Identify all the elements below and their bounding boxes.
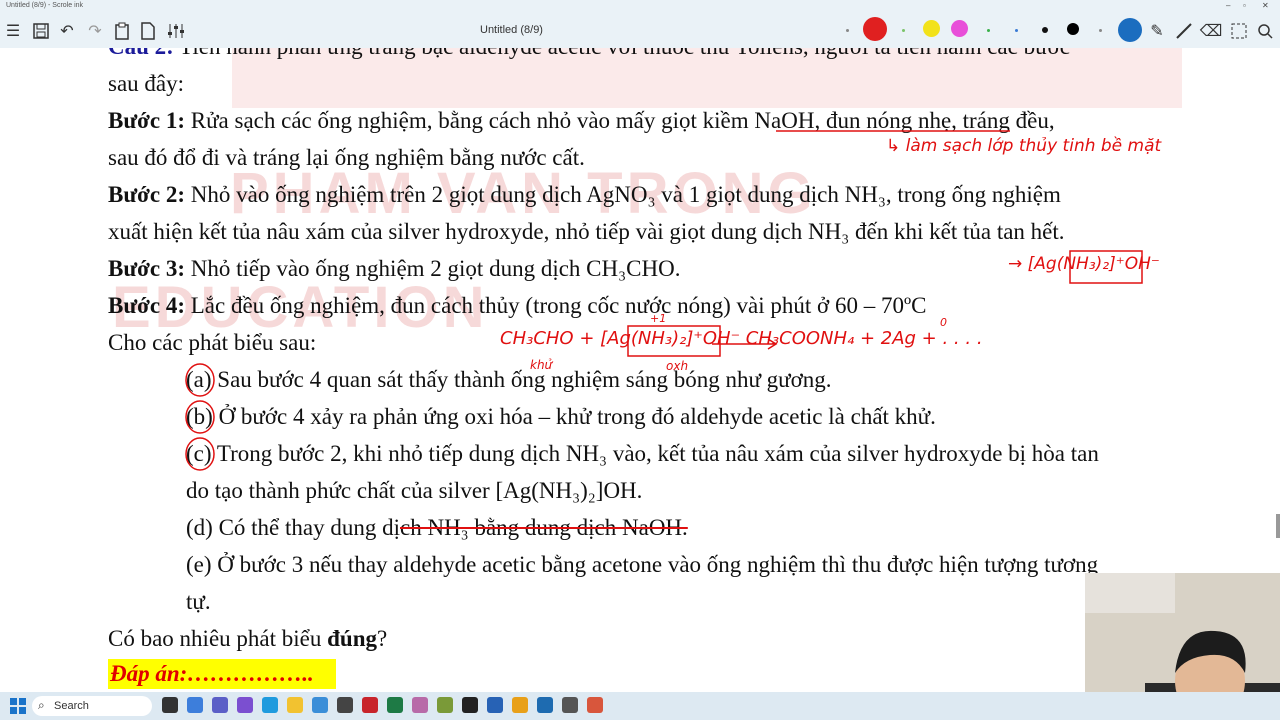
redo-icon[interactable]: ↷ xyxy=(84,20,106,42)
app-icon[interactable] xyxy=(237,697,253,713)
ink-khu: khử xyxy=(530,358,553,372)
search-icon: ⌕ xyxy=(38,698,45,712)
color-pink[interactable] xyxy=(951,20,968,37)
app-icon[interactable] xyxy=(587,697,603,713)
ink-oxidation-state: +1 xyxy=(650,312,667,325)
ink-note: → [Ag(NH₃)₂]⁺OH⁻ xyxy=(1008,254,1160,274)
save-icon[interactable] xyxy=(30,20,52,42)
eraser-icon[interactable]: ⌫ xyxy=(1200,20,1223,42)
app-icon[interactable] xyxy=(562,697,578,713)
zoom-icon[interactable] xyxy=(1254,20,1276,42)
app-icon[interactable] xyxy=(337,697,353,713)
taskbar: ⌕ Search xyxy=(0,692,1280,720)
color-dot[interactable] xyxy=(902,29,905,32)
pdf-icon[interactable] xyxy=(362,697,378,713)
ink-oxidation-state: 0 xyxy=(940,316,947,329)
ink-circle-c xyxy=(185,437,215,471)
pen-red-icon[interactable] xyxy=(863,17,887,41)
color-black[interactable] xyxy=(1067,23,1079,35)
search-label: Search xyxy=(54,700,89,712)
toolbar: ☰ ↶ ↷ Untitled (8/9) ✎ ⌫ xyxy=(0,14,1280,48)
word-icon[interactable] xyxy=(487,697,503,713)
ink-oxh: oxh xyxy=(666,359,689,373)
paste-icon[interactable] xyxy=(111,20,133,42)
file-explorer-icon[interactable] xyxy=(287,697,303,713)
line-icon[interactable] xyxy=(1173,20,1195,42)
settings-icon[interactable] xyxy=(165,20,187,42)
ink-note: ↳ làm sạch lớp thủy tinh bề mặt xyxy=(886,136,1162,156)
windows-start-icon[interactable] xyxy=(10,698,26,714)
edge-icon[interactable] xyxy=(262,697,278,713)
excel-icon[interactable] xyxy=(387,697,403,713)
app-icon[interactable] xyxy=(537,697,553,713)
scrollbar-thumb[interactable] xyxy=(1276,514,1280,538)
ink-circle-b xyxy=(185,400,215,434)
pen-icon[interactable]: ✎ xyxy=(1146,20,1168,42)
color-dot[interactable] xyxy=(1099,29,1102,32)
close-icon[interactable]: ✕ xyxy=(1262,1,1269,10)
color-dot[interactable] xyxy=(987,29,990,32)
color-dot[interactable] xyxy=(846,29,849,32)
chrome-icon[interactable] xyxy=(512,697,528,713)
app-icon[interactable] xyxy=(437,697,453,713)
undo-icon[interactable]: ↶ xyxy=(56,20,78,42)
ink-equation: CH₃CHO + [Ag(NH₃)₂]⁺OH⁻ CH₃COONH₄ + 2Ag … xyxy=(500,328,983,349)
color-yellow[interactable] xyxy=(923,20,940,37)
window-caption: Untitled (8/9) - Scrole ink xyxy=(6,2,84,9)
ink-circle-a xyxy=(185,363,215,397)
color-dot[interactable] xyxy=(1015,29,1018,32)
teams-icon[interactable] xyxy=(212,697,228,713)
document-title: Untitled (8/9) xyxy=(480,24,543,36)
menu-icon[interactable]: ☰ xyxy=(2,20,24,42)
maximize-icon[interactable]: ▫ xyxy=(1243,1,1246,10)
window-caption-bar: Untitled (8/9) - Scrole ink – ▫ ✕ xyxy=(0,0,1280,14)
task-view-icon[interactable] xyxy=(162,697,178,713)
color-black-small[interactable] xyxy=(1042,27,1048,33)
pen-blue-icon[interactable] xyxy=(1118,18,1142,42)
minimize-icon[interactable]: – xyxy=(1226,1,1230,10)
app-icon[interactable] xyxy=(312,697,328,713)
taskbar-search[interactable]: ⌕ Search xyxy=(32,696,152,716)
app-icon[interactable] xyxy=(412,697,428,713)
app-icon[interactable] xyxy=(462,697,478,713)
app-icon[interactable] xyxy=(187,697,203,713)
select-icon[interactable] xyxy=(1228,20,1250,42)
page-icon[interactable] xyxy=(137,20,159,42)
